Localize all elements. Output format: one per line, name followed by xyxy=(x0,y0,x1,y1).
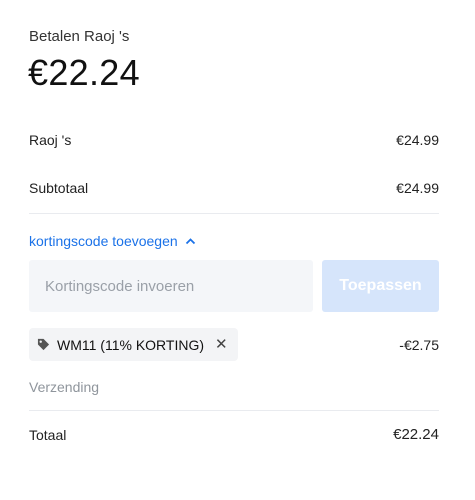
divider xyxy=(29,410,439,411)
apply-button[interactable]: Toepassen xyxy=(322,260,439,312)
total-row: Totaal €22.24 xyxy=(29,426,439,443)
discount-code-label: WM11 (11% KORTING) xyxy=(57,336,205,353)
tag-icon xyxy=(37,338,50,351)
line-item-label: Raoj 's xyxy=(29,132,72,148)
promo-code-toggle-label: kortingscode toevoegen xyxy=(29,233,178,249)
subtotal-value: €24.99 xyxy=(396,180,439,196)
chevron-up-icon xyxy=(185,238,195,245)
shipping-label: Verzending xyxy=(29,379,100,395)
divider xyxy=(29,213,439,214)
subtotal-row: Subtotaal €24.99 xyxy=(29,180,439,196)
promo-code-toggle[interactable]: kortingscode toevoegen xyxy=(29,233,196,249)
applied-discount-chip: WM11 (11% KORTING) ✕ xyxy=(29,328,238,361)
close-icon[interactable]: ✕ xyxy=(215,337,228,352)
pay-label: Betalen Raoj 's xyxy=(29,28,130,45)
subtotal-label: Subtotaal xyxy=(29,180,89,196)
promo-code-input[interactable] xyxy=(29,260,313,312)
line-item-value: €24.99 xyxy=(396,132,439,148)
total-amount-heading: €22.24 xyxy=(28,52,140,93)
total-label: Totaal xyxy=(29,426,67,443)
total-value: €22.24 xyxy=(393,426,439,443)
discount-value: -€2.75 xyxy=(399,337,439,353)
line-item-row: Raoj 's €24.99 xyxy=(29,132,439,148)
